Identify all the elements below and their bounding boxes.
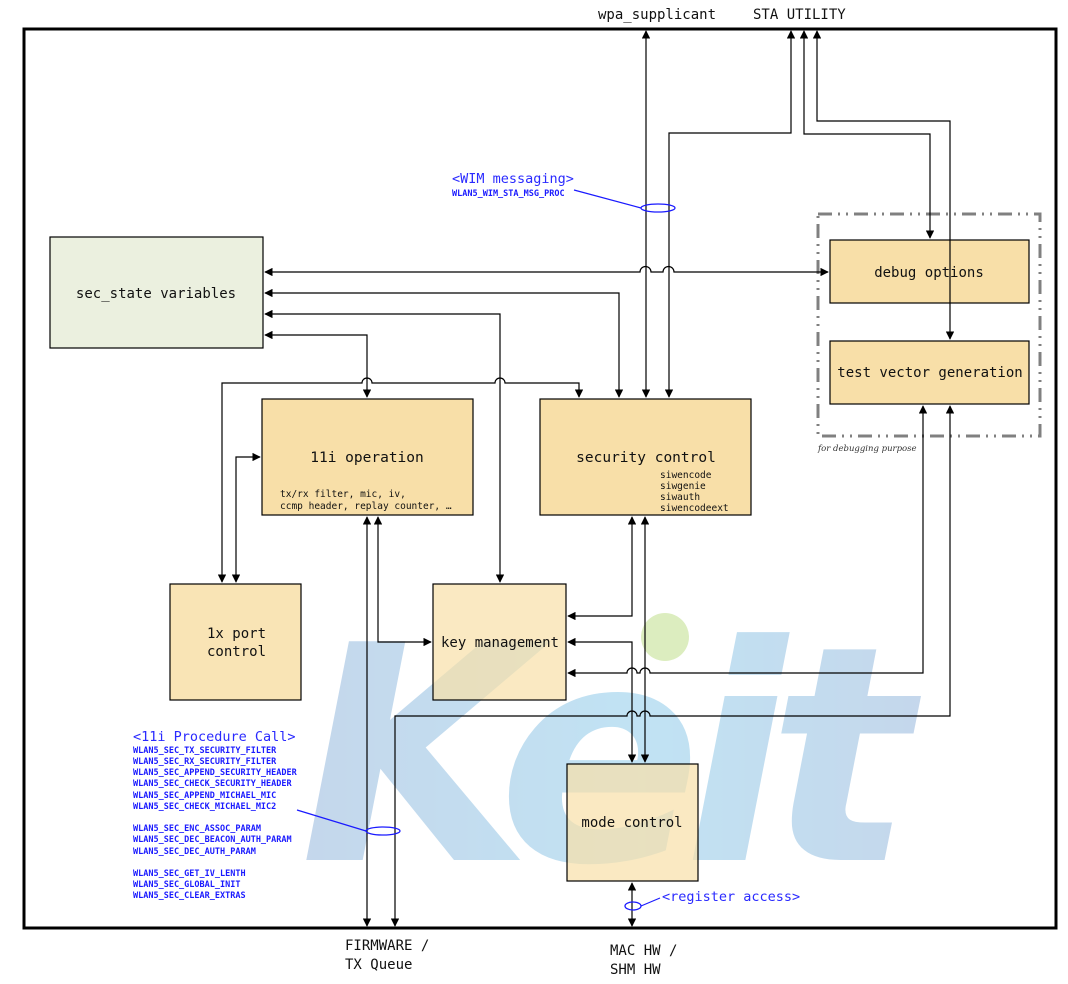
procedure-name: WLAN5_SEC_DEC_BEACON_AUTH_PARAM (133, 835, 292, 845)
procedure-name: WLAN5_SEC_GET_IV_LENTH (133, 869, 246, 879)
debug-options-label: debug options (874, 265, 984, 281)
security-control-ioctl: siwencodeext (660, 503, 729, 514)
mode-control-label: mode control (581, 815, 682, 831)
debug-options-block[interactable]: debug options (829, 239, 1030, 304)
sec-state-security-link (264, 288, 624, 398)
procedure-name: WLAN5_SEC_APPEND_SECURITY_HEADER (133, 768, 298, 778)
sec-state-11i-link (264, 330, 372, 398)
procedure-name: WLAN5_SEC_APPEND_MICHAEL_MIC (133, 791, 276, 801)
sec-state-label: sec_state variables (76, 286, 236, 302)
11i-operation-title: 11i operation (310, 450, 424, 466)
procedure-call-title: <11i Procedure Call> (133, 729, 296, 745)
procedure-name: WLAN5_SEC_CHECK_MICHAEL_MIC2 (133, 802, 276, 812)
wpa-supplicant-label: wpa_supplicant (598, 7, 716, 23)
procedure-name: WLAN5_SEC_DEC_AUTH_PARAM (133, 847, 256, 857)
procedure-name: WLAN5_SEC_RX_SECURITY_FILTER (133, 757, 277, 767)
security-control-ioctl: siwauth (660, 492, 700, 503)
1x-port-label: 1x port (207, 626, 266, 642)
wim-title: <WIM messaging> (452, 171, 574, 187)
sta-utility-label: STA UTILITY (753, 7, 846, 23)
security-control-ioctl: siwgenie (660, 481, 706, 492)
11i-operation-detail: tx/rx filter, mic, iv, (280, 489, 406, 500)
mode-control-block[interactable]: mode control (566, 763, 699, 882)
1x-port-label: control (207, 644, 266, 660)
procedure-name: WLAN5_SEC_CLEAR_EXTRAS (133, 891, 246, 901)
wim-messaging-annotation: <WIM messaging> WLAN5_WIM_STA_MSG_PROC (452, 171, 676, 213)
security-control-block[interactable]: security control siwencode siwgenie siwa… (539, 398, 752, 516)
wim-function: WLAN5_WIM_STA_MSG_PROC (452, 189, 565, 199)
key-management-label: key management (441, 635, 559, 651)
1x-port-control-block[interactable]: 1x port control (169, 583, 302, 701)
procedure-name: WLAN5_SEC_GLOBAL_INIT (133, 880, 240, 890)
test-vector-label: test vector generation (837, 365, 1022, 381)
sta-utility-link-security (664, 30, 796, 398)
port-11i-link (231, 452, 261, 583)
sta-utility-link-debug (799, 30, 935, 239)
security-control-ioctl: siwencode (660, 470, 712, 481)
11i-operation-detail: ccmp header, replay counter, … (280, 501, 452, 512)
security-control-title: security control (576, 450, 716, 466)
11i-operation-block[interactable]: 11i operation tx/rx filter, mic, iv, ccm… (261, 398, 474, 516)
firmware-label: FIRMWARE / (345, 938, 429, 954)
procedure-name: WLAN5_SEC_CHECK_SECURITY_HEADER (133, 779, 293, 789)
debug-note: for debugging purpose (817, 444, 917, 454)
sec-state-debug-link (264, 265, 829, 277)
mac-hw-label: MAC HW / (610, 943, 677, 959)
key-management-block[interactable]: key management (432, 583, 567, 701)
procedure-name: WLAN5_SEC_ENC_ASSOC_PARAM (133, 824, 261, 834)
shm-hw-label: SHM HW (610, 962, 661, 978)
register-access-label: <register access> (662, 889, 800, 905)
architecture-diagram: wpa_supplicant STA UTILITY FIRMWARE / TX… (22, 7, 1058, 978)
test-vector-block[interactable]: test vector generation (829, 340, 1030, 405)
sec-state-block[interactable]: sec_state variables (49, 236, 264, 349)
tx-queue-label: TX Queue (345, 957, 412, 973)
procedure-name: WLAN5_SEC_TX_SECURITY_FILTER (133, 746, 277, 756)
